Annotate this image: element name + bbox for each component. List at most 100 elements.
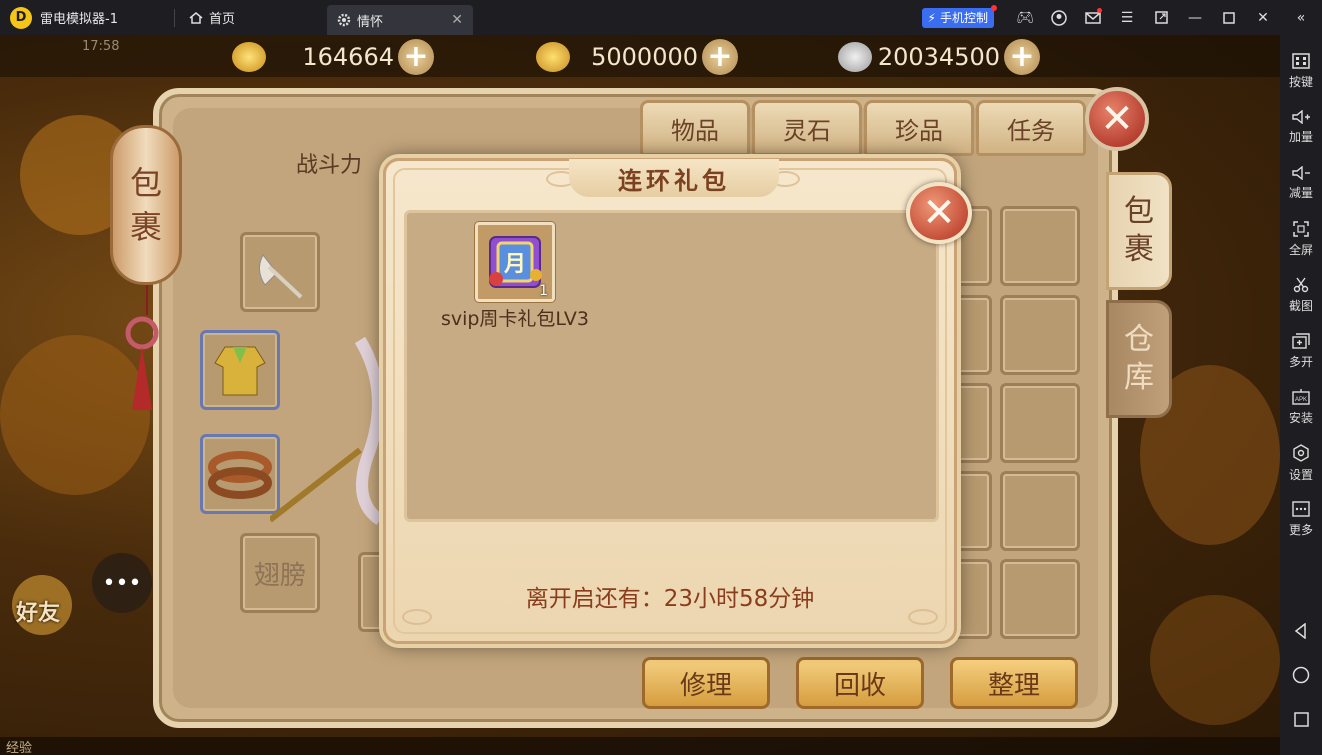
wing-slot-label: 翅膀 xyxy=(253,560,306,591)
unlock-timer-text: 离开启还有：23小时58分钟 xyxy=(525,586,815,612)
inventory-slot[interactable] xyxy=(1000,559,1080,639)
sidebar-item-volume-down[interactable]: 减量 xyxy=(1280,155,1322,211)
tab-spirit-stones[interactable]: 灵石 xyxy=(752,100,862,156)
sidebar-item-label: 减量 xyxy=(1288,185,1313,200)
close-tab-icon[interactable]: ✕ xyxy=(451,12,463,28)
inventory-slot[interactable] xyxy=(1000,206,1080,286)
tab-home[interactable]: 首页 xyxy=(179,0,245,35)
multi-instance-icon xyxy=(1292,332,1310,349)
status-time: 17:58 xyxy=(82,39,120,54)
sidebar-item-label: 安装 xyxy=(1288,410,1313,425)
tab-items[interactable]: 物品 xyxy=(640,100,750,156)
gamepad-button[interactable]: 🎮︎ xyxy=(1008,0,1042,35)
scissors-icon xyxy=(1293,277,1309,292)
titlebar-actions: ⚡ 手机控制 🎮︎ ☰ — ✕ « xyxy=(921,0,1322,35)
sidebar-item-screenshot[interactable]: 截图 xyxy=(1280,267,1322,323)
sort-label: 整理 xyxy=(987,670,1040,701)
sidebar-item-label: 多开 xyxy=(1288,354,1313,369)
restore-button[interactable] xyxy=(1144,0,1178,35)
add-coin-button[interactable]: + xyxy=(702,39,738,75)
more-icon xyxy=(1292,500,1310,517)
silver-coin-icon xyxy=(838,42,872,72)
phone-control-label: 手机控制 xyxy=(939,11,988,25)
sidebar-item-fullscreen[interactable]: 全屏 xyxy=(1280,211,1322,267)
account-button[interactable] xyxy=(1042,0,1076,35)
chat-button[interactable]: ••• xyxy=(92,553,152,613)
volume-down-icon xyxy=(1292,165,1310,180)
window-restore-icon xyxy=(1154,11,1168,24)
gold-resource: 164664 + xyxy=(232,39,434,75)
dialog-close-button[interactable]: ✕ xyxy=(906,182,972,244)
sidebar-item-volume-up[interactable]: 加量 xyxy=(1280,99,1322,155)
sidebar-item-keys[interactable]: 按键 xyxy=(1280,43,1322,99)
exp-label: 经验 xyxy=(6,741,33,755)
equip-slot-weapon[interactable] xyxy=(240,232,320,312)
close-window-button[interactable]: ✕ xyxy=(1246,0,1280,35)
chain-gift-dialog: 连环礼包 月 1 svip周卡礼包LV3 离开启还有：23小时58分钟 xyxy=(383,158,957,644)
coin-resource: 5000000 + xyxy=(536,39,738,75)
gear-icon xyxy=(337,13,351,27)
close-icon: ✕ xyxy=(1100,96,1134,142)
maximize-button[interactable] xyxy=(1212,0,1246,35)
robe-icon xyxy=(214,346,266,396)
sidebar-item-label: 截图 xyxy=(1288,298,1313,313)
tab-quests[interactable]: 任务 xyxy=(976,100,1086,156)
equip-slot-armor[interactable] xyxy=(200,330,280,410)
phone-control-button[interactable]: ⚡ 手机控制 xyxy=(921,4,997,28)
add-gold-button[interactable]: + xyxy=(398,39,434,75)
fullscreen-icon xyxy=(1293,220,1309,237)
recents-button[interactable] xyxy=(1280,699,1322,739)
menu-icon: ☰ xyxy=(1120,9,1134,26)
menu-button[interactable]: ☰ xyxy=(1110,0,1144,35)
repair-button[interactable]: 修理 xyxy=(642,657,770,709)
gift-item-slot[interactable]: 月 1 xyxy=(475,222,555,302)
sidebar-item-multi[interactable]: 多开 xyxy=(1280,323,1322,379)
bag-title-char: 包 xyxy=(129,164,162,202)
sidebar-item-settings[interactable]: 设置 xyxy=(1280,435,1322,491)
gift-glyph: 月 xyxy=(503,252,526,277)
sidebar-item-install[interactable]: APK 安装 xyxy=(1280,379,1322,435)
back-button[interactable] xyxy=(1280,611,1322,651)
recycle-button[interactable]: 回收 xyxy=(796,657,924,709)
lightning-icon: ⚡ xyxy=(927,10,936,25)
collapse-sidebar-button[interactable]: « xyxy=(1280,0,1322,35)
inventory-slot[interactable] xyxy=(1000,383,1080,463)
close-icon: ✕ xyxy=(922,190,956,236)
equip-slot-wings[interactable]: 翅膀 xyxy=(240,533,320,613)
resource-bar: 17:58 164664 + 5000000 + 20034500 + xyxy=(0,35,1280,77)
apk-install-icon: APK xyxy=(1292,388,1310,405)
tab-items-label: 物品 xyxy=(671,116,719,145)
svg-text:APK: APK xyxy=(1295,397,1307,403)
side-tab-warehouse[interactable]: 仓库 xyxy=(1106,300,1172,418)
side-tab-char: 库 xyxy=(1124,360,1154,395)
recycle-label: 回收 xyxy=(833,670,886,701)
inventory-slot[interactable] xyxy=(1000,471,1080,551)
chat-bubble-icon: ••• xyxy=(102,570,142,596)
inventory-slot[interactable] xyxy=(1000,295,1080,375)
double-chevron-left-icon: « xyxy=(1296,9,1306,26)
tab-home-label: 首页 xyxy=(209,12,236,27)
keyboard-icon xyxy=(1292,52,1310,69)
dialog-title: 连环礼包 xyxy=(569,159,779,197)
home-nav-button[interactable] xyxy=(1280,655,1322,695)
side-tab-char: 包 xyxy=(1124,194,1154,229)
combat-power-label: 战斗力 xyxy=(296,153,363,178)
minimize-icon: — xyxy=(1188,9,1202,26)
sidebar-item-more[interactable]: 更多 xyxy=(1280,491,1322,547)
tab-treasures[interactable]: 珍品 xyxy=(864,100,974,156)
tab-game[interactable]: 情怀 ✕ xyxy=(327,5,474,35)
add-silver-button[interactable]: + xyxy=(1004,39,1040,75)
minimize-button[interactable]: — xyxy=(1178,0,1212,35)
repair-label: 修理 xyxy=(679,670,732,701)
gold-coin-icon xyxy=(536,42,570,72)
home-icon xyxy=(189,11,203,25)
home-circle-icon xyxy=(1292,666,1310,684)
sort-button[interactable]: 整理 xyxy=(950,657,1078,709)
mail-button[interactable] xyxy=(1076,0,1110,35)
belt-icon xyxy=(208,451,272,499)
side-tab-bag[interactable]: 包裹 xyxy=(1106,172,1172,290)
equip-slot-belt[interactable] xyxy=(200,434,280,514)
app-logo-icon: D xyxy=(10,6,32,29)
titlebar: D 雷电模拟器-1 首页 情怀 ✕ ⚡ 手机控制 🎮︎ ☰ — ✕ « xyxy=(0,0,1322,35)
inventory-close-button[interactable]: ✕ xyxy=(1085,87,1149,151)
